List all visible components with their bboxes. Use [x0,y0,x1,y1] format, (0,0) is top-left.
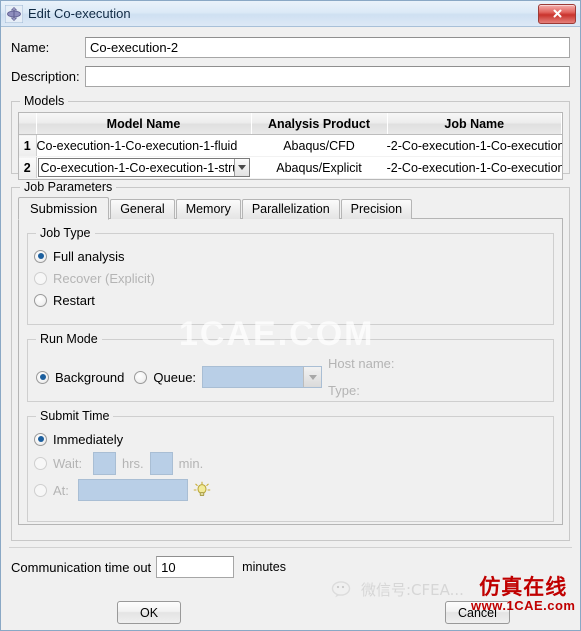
cell-analysis-product[interactable]: Abaqus/CFD [251,134,387,157]
edit-co-execution-dialog: Edit Co-execution Name: Description: Mod… [0,0,581,631]
name-row: Name: [11,35,570,59]
run-mode-group: Run Mode Background Queue: Host name: Ty… [27,332,554,402]
cell-model-name[interactable]: Co-execution-1-Co-execution-1-fluid [36,134,251,157]
radio-wait-label: Wait: [53,456,83,471]
lightbulb-icon[interactable] [193,481,211,499]
abaqus-coexecution-icon [4,4,24,23]
radio-label: Restart [53,292,95,308]
at-time-input [78,479,188,501]
models-table: Model Name Analysis Product Job Name 1 C… [19,113,562,179]
column-header-analysis-product[interactable]: Analysis Product [251,113,388,135]
at-row: At: [34,477,547,503]
job-parameters-group-title: Job Parameters [20,180,117,194]
close-button[interactable] [538,3,576,24]
models-group-title: Models [20,94,69,108]
min-unit-label: min. [178,456,204,471]
cell-job-name-text: Co-execution-2-Co-execution-1-Co-executi… [387,138,562,153]
close-icon [553,9,561,18]
tab-memory[interactable]: Memory [175,199,241,219]
cell-model-name-text: Co-execution-1-Co-execution-1-fluid [36,138,238,153]
radio-indicator [34,271,47,285]
dialog-body: Name: Description: Models Model Name [1,27,580,630]
radio-queue-label: Queue: [153,369,197,385]
title-bar: Edit Co-execution [1,1,580,27]
host-info-block: Host name: Type: [328,356,394,398]
radio-indicator[interactable] [34,249,47,263]
description-label: Description: [11,68,80,84]
footer-divider [9,547,572,548]
table-row[interactable]: 1 Co-execution-1-Co-execution-1-fluid Ab… [19,134,562,157]
radio-indicator[interactable] [34,432,47,446]
models-group: Models Model Name Analysis Product Job N… [11,94,570,180]
radio-indicator[interactable] [34,293,47,307]
radio-full-analysis[interactable]: Full analysis [34,245,547,267]
timeout-row: Communication time out minutes [11,556,570,578]
radio-background-label: Background [55,369,125,385]
tab-panel-submission: Job Type Full analysis Recover (Explicit… [18,218,563,525]
radio-label: Recover (Explicit) [53,270,155,286]
model-name-combo[interactable]: Co-execution-1-Co-execution-1-structure [37,158,250,177]
timeout-input[interactable] [156,556,235,578]
radio-immediately[interactable]: Immediately [34,428,547,450]
tab-parallelization[interactable]: Parallelization [241,199,340,219]
column-header-model-name[interactable]: Model Name [36,113,252,135]
dialog-buttons: OK Cancel [1,601,580,624]
submit-time-title: Submit Time [36,409,114,423]
row-number: 2 [19,156,37,179]
submit-time-group: Submit Time Immediately Wait: hrs. min. [27,409,554,522]
radio-label: Immediately [53,431,124,447]
job-parameters-group: Job Parameters Submission General Memory… [11,180,570,541]
radio-background-indicator[interactable] [36,370,49,384]
model-name-combo-value: Co-execution-1-Co-execution-1-structure [40,160,235,175]
run-mode-row: Background Queue: Host name: Type: [34,356,547,398]
models-table-header-row: Model Name Analysis Product Job Name [19,113,562,135]
cell-job-name-text: Co-execution-2-Co-execution-1-Co-executi… [387,160,562,175]
name-input[interactable] [85,36,570,58]
queue-combo[interactable] [202,366,323,388]
radio-recover-explicit: Recover (Explicit) [34,267,547,289]
radio-at-indicator [34,483,47,497]
cell-job-name[interactable]: Co-execution-2-Co-execution-1-Co-executi… [387,156,562,179]
cell-job-name[interactable]: Co-execution-2-Co-execution-1-Co-executi… [387,134,562,157]
column-header-job-name[interactable]: Job Name [387,113,562,135]
radio-at-label: At: [53,482,69,498]
row-number: 1 [19,134,37,157]
radio-queue-indicator[interactable] [134,370,148,384]
column-header-gutter [19,113,37,135]
host-name-label: Host name: [328,356,395,371]
wait-row: Wait: hrs. min. [34,450,547,477]
description-input[interactable] [85,65,570,87]
radio-label: Full analysis [53,248,125,264]
wait-minutes-input [149,452,173,475]
tab-precision[interactable]: Precision [340,199,413,219]
radio-wait-indicator [34,457,47,470]
queue-combo-value [203,367,303,387]
type-label: Type: [328,383,360,398]
wait-hours-input [93,452,116,475]
tab-submission[interactable]: Submission [18,197,110,220]
cancel-button[interactable]: Cancel [445,601,510,624]
timeout-unit-label: minutes [242,560,286,574]
window-title: Edit Co-execution [28,6,131,21]
job-type-group: Job Type Full analysis Recover (Explicit… [27,226,554,325]
chevron-down-icon[interactable] [234,159,249,176]
cell-analysis-product[interactable]: Abaqus/Explicit [251,156,387,179]
table-row[interactable]: 2 Co-execution-1-Co-execution-1-structur… [19,156,562,179]
ok-button[interactable]: OK [117,601,181,624]
tab-strip: Submission General Memory Parallelizatio… [18,196,563,220]
chevron-down-icon[interactable] [303,367,322,387]
hrs-unit-label: hrs. [122,456,144,471]
cell-model-name-editor[interactable]: Co-execution-1-Co-execution-1-structure [36,156,251,179]
job-type-title: Job Type [36,226,95,240]
run-mode-title: Run Mode [36,332,102,346]
radio-restart[interactable]: Restart [34,289,547,311]
timeout-label: Communication time out [11,559,152,575]
tab-general[interactable]: General [110,199,175,219]
name-label: Name: [11,39,50,55]
models-table-wrapper: Model Name Analysis Product Job Name 1 C… [18,112,563,180]
description-row: Description: [11,64,570,88]
